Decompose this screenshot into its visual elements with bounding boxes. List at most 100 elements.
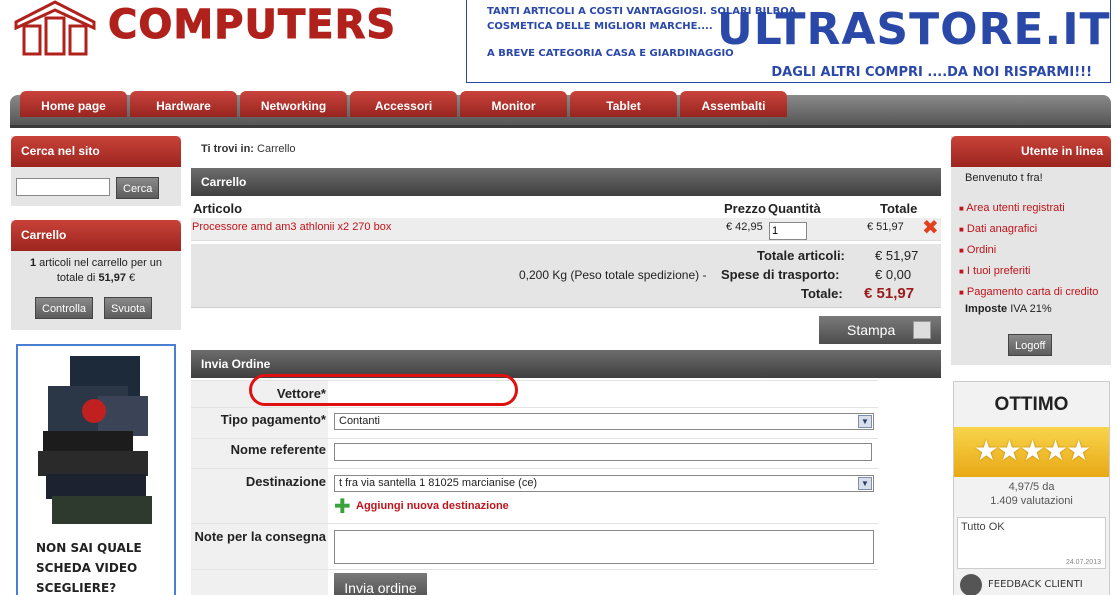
notes-row: Note per la consegna [191,523,878,569]
review-card: Tutto OK 24.07.2013 [957,517,1106,569]
site-logo[interactable]: COMPUTERS [10,0,396,60]
user-link-favorites[interactable]: ■ I tuoi preferiti [959,261,1098,282]
notes-label: Note per la consegna [194,529,326,544]
search-title: Cerca nel sito [11,136,181,167]
col-article: Articolo [193,201,243,216]
logo-mark-icon [14,0,96,56]
col-price: Prezzo [724,201,766,216]
link-label: Dati anagrafici [966,223,1038,235]
label-cell [191,570,328,595]
rating-widget[interactable]: OTTIMO ★★★★★ 4,97/5 da 1.409 valutazioni… [953,381,1110,595]
rating-count: 1.409 valutazioni [990,495,1073,507]
col-quantity: Quantità [768,201,821,216]
cart-summary: 1 articoli nel carrello per un totale di… [15,256,177,286]
rating-stars-icon: ★★★★★ [954,427,1109,477]
link-label: Area utenti registrati [966,202,1065,214]
submit-order-button[interactable]: Invia ordine [334,573,427,595]
brand-name: ULTRASTORE.IT [717,4,1111,55]
user-link-card[interactable]: ■ Pagamento carta di credito [959,282,1098,303]
submit-row: Invia ordine [191,569,878,595]
rating-score: 4,97/5 da [1008,481,1055,493]
review-date: 24.07.2013 [1065,559,1101,566]
link-label: Pagamento carta di credito [966,286,1099,298]
user-link-area[interactable]: ■ Area utenti registrati [959,198,1098,219]
search-input[interactable] [16,178,110,196]
tax-label: Imposte [965,303,1008,315]
cart-total: 51,97 [98,272,126,284]
chevron-down-icon: ▼ [858,477,872,490]
nav-assemblati[interactable]: Assembalti [680,91,787,117]
weight-note: 0,200 Kg (Peso totale spedizione) - [519,268,707,282]
print-button-label: Stampa [847,322,896,338]
cart-box: Carrello 1 articoli nel carrello per un … [11,220,181,330]
printer-icon [913,321,931,339]
main-nav: Home page Hardware Networking Accessori … [10,91,1111,128]
item-name-link[interactable]: Processore amd am3 athlonii x2 270 box [192,221,391,233]
ad-banner[interactable]: TANTI ARTICOLI A COSTI VANTAGGIOSI. SOLA… [466,0,1111,83]
feedback-label: FEEDBACK CLIENTI [988,579,1083,590]
ad-video-text: NON SAI QUALE SCHEDA VIDEO SCEGLIERE? CH… [36,541,142,595]
link-label: I tuoi preferiti [966,265,1031,277]
nav-monitor[interactable]: Monitor [460,91,567,117]
nav-networking[interactable]: Networking [240,91,347,117]
nav-tablet[interactable]: Tablet [570,91,677,117]
tax-value: IVA 21% [1007,303,1052,315]
nav-accessori[interactable]: Accessori [350,91,457,117]
chevron-down-icon: ▼ [858,415,872,428]
breadcrumb: Ti trovi in: Carrello [201,143,296,155]
empty-cart-button[interactable]: Svuota [104,297,153,319]
link-label: Ordini [966,244,997,256]
logo-text: COMPUTERS [107,2,397,49]
tax-info: Imposte IVA 21% [965,303,1052,315]
ad-video-cards[interactable]: NON SAI QUALE SCHEDA VIDEO SCEGLIERE? CH… [16,344,176,595]
referent-row: Nome referente [191,438,878,468]
remove-item-icon[interactable]: ✖ [922,218,939,238]
cart-table: Articolo Prezzo Quantità Totale Processo… [191,199,941,241]
logout-button[interactable]: Logoff [1008,334,1053,356]
payment-selected: Contanti [339,415,380,427]
destination-label: Destinazione [245,474,326,489]
add-destination-link[interactable]: Aggiungi nuova destinazione [356,500,509,512]
grand-total-label: Totale: [801,286,843,301]
user-box-title: Utente in linea [951,136,1111,167]
user-link-orders[interactable]: ■ Ordini [959,240,1098,261]
search-box: Cerca nel sito Cerca [11,136,181,206]
destination-row: Destinazione t fra via santella 1 81025 … [191,468,878,523]
total-articles-value: € 51,97 [875,248,919,263]
add-icon[interactable]: ✚ [334,497,351,517]
review-text: Tutto OK [961,521,1005,533]
col-total: Totale [880,201,918,216]
user-link-data[interactable]: ■ Dati anagrafici [959,219,1098,240]
search-button[interactable]: Cerca [116,177,160,199]
feedback-badge-icon [960,574,982,595]
breadcrumb-label: Ti trovi in: [201,143,254,155]
cart-currency: € [125,272,136,284]
cart-section-title: Carrello [191,168,941,196]
destination-selected: t fra via santella 1 81025 marcianise (c… [339,477,538,489]
destination-select[interactable]: t fra via santella 1 81025 marcianise (c… [334,475,874,492]
shipping-label: Spese di trasporto: [721,267,840,282]
shipping-value: € 0,00 [875,267,912,282]
nav-home[interactable]: Home page [20,91,127,117]
nav-hardware[interactable]: Hardware [130,91,237,117]
print-button[interactable]: Stampa [819,316,941,344]
banner-slogan: DAGLI ALTRI COMPRI ....DA NOI RISPARMI!!… [771,65,1092,80]
referent-label: Nome referente [230,442,326,457]
welcome-text: Benvenuto t fra! [965,172,1043,184]
referent-input[interactable] [334,443,872,461]
payment-row: Tipo pagamento* Contanti ▼ [191,407,878,438]
table-row: Processore amd am3 athlonii x2 270 box €… [191,218,941,241]
payment-select[interactable]: Contanti ▼ [334,413,874,430]
grand-total-value: € 51,97 [864,285,915,302]
cart-box-title: Carrello [11,220,181,251]
total-articles-label: Totale articoli: [757,248,845,263]
cart-table-header: Articolo Prezzo Quantità Totale [191,199,941,218]
item-quantity-input[interactable] [769,222,807,240]
notes-textarea[interactable] [334,530,874,564]
highlight-annotation [249,374,518,406]
check-cart-button[interactable]: Controlla [35,297,94,319]
graphics-boxes-image [38,356,152,524]
rating-title: OTTIMO [994,394,1069,415]
user-box: Utente in linea Benvenuto t fra! ■ Area … [951,136,1111,365]
payment-label: Tipo pagamento* [220,412,326,427]
